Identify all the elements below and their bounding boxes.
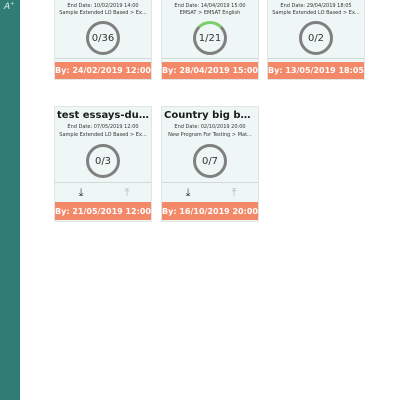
progress-ring: 1/21 bbox=[193, 21, 227, 55]
due-date-footer: By: 28/04/2019 15:00 bbox=[162, 62, 258, 79]
end-date: End Date: 07/05/2019 12:00 bbox=[67, 124, 139, 130]
assignment-card[interactable]: End Date: 14/04/2019 15:00 EMSAT > EMSAT… bbox=[161, 0, 259, 80]
program-path: New Program For Testing > Mat... bbox=[168, 132, 252, 138]
due-date-footer: By: 24/02/2019 12:00 bbox=[55, 62, 151, 79]
assignment-card[interactable]: End Date: 29/04/2019 18:05 Sample Extend… bbox=[267, 0, 365, 80]
progress-ring: 0/2 bbox=[299, 21, 333, 55]
card-title: Country big boys bbox=[164, 110, 256, 121]
program-path: EMSAT > EMSAT English bbox=[179, 10, 241, 16]
progress-ring: 0/7 bbox=[193, 144, 227, 178]
due-date-footer: By: 16/10/2019 20:00 bbox=[162, 202, 258, 220]
upload-icon[interactable]: ⤒ bbox=[227, 184, 241, 201]
assignment-card[interactable]: test essays-duplic... End Date: 07/05/20… bbox=[54, 106, 152, 222]
due-date-footer: By: 13/05/2019 18:05 bbox=[268, 62, 364, 79]
due-date-footer: By: 21/05/2019 12:00 bbox=[55, 202, 151, 220]
progress-count: 0/3 bbox=[94, 155, 112, 167]
end-date: End Date: 29/04/2019 18:05 bbox=[280, 3, 352, 9]
progress-count: 0/7 bbox=[201, 155, 219, 167]
progress-ring: 0/3 bbox=[86, 144, 120, 178]
program-path: Sample Extended LO Based > Ex... bbox=[59, 10, 147, 16]
progress-count: 0/2 bbox=[307, 32, 325, 44]
program-path: Sample Extended LO Based > Ex... bbox=[59, 132, 147, 138]
program-path: Sample Extended LO Based > Ex... bbox=[272, 10, 360, 16]
upload-icon[interactable]: ⤒ bbox=[120, 184, 134, 201]
download-icon[interactable]: ⤓ bbox=[181, 184, 195, 201]
card-title: test essays-duplic... bbox=[57, 110, 149, 121]
teacher-icon[interactable]: A+ bbox=[4, 0, 18, 12]
end-date: End Date: 14/04/2019 15:00 bbox=[174, 3, 246, 9]
progress-count: 1/21 bbox=[198, 32, 222, 44]
end-date: End Date: 02/10/2019 20:00 bbox=[174, 124, 246, 130]
assignment-card[interactable]: End Date: 10/02/2019 14:00 Sample Extend… bbox=[54, 0, 152, 80]
progress-ring: 0/36 bbox=[86, 21, 120, 55]
progress-count: 0/36 bbox=[91, 32, 115, 44]
assignment-card[interactable]: Country big boys End Date: 02/10/2019 20… bbox=[161, 106, 259, 222]
end-date: End Date: 10/02/2019 14:00 bbox=[67, 3, 139, 9]
download-icon[interactable]: ⤓ bbox=[74, 184, 88, 201]
sidebar: A+ bbox=[0, 0, 20, 400]
